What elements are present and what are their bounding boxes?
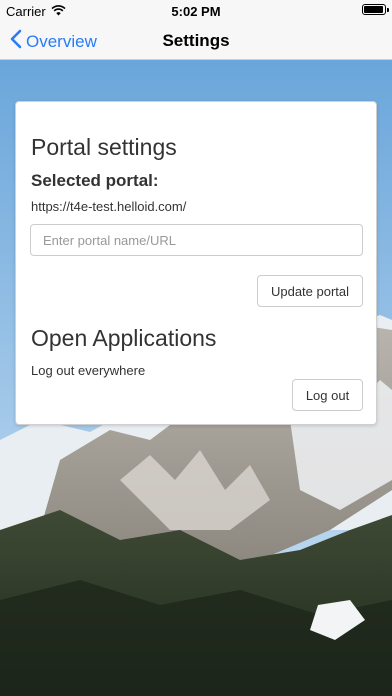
logout-everywhere-label: Log out everywhere bbox=[31, 363, 146, 378]
page-title: Settings bbox=[162, 31, 230, 50]
selected-portal-label: Selected portal: bbox=[31, 171, 159, 190]
battery-icon bbox=[362, 4, 389, 15]
portal-settings-heading: Portal settings bbox=[31, 134, 177, 160]
portal-url-input[interactable] bbox=[30, 224, 363, 256]
settings-card: Portal settings Selected portal: https:/… bbox=[15, 101, 377, 425]
logout-button[interactable]: Log out bbox=[292, 379, 363, 411]
selected-portal-url: https://t4e-test.helloid.com/ bbox=[31, 199, 187, 214]
status-time: 5:02 PM bbox=[171, 4, 221, 19]
update-portal-button[interactable]: Update portal bbox=[257, 275, 363, 307]
navigation-bar: Overview Settings bbox=[0, 22, 392, 60]
status-bar: Carrier 5:02 PM bbox=[0, 0, 392, 22]
open-applications-heading: Open Applications bbox=[31, 325, 217, 351]
